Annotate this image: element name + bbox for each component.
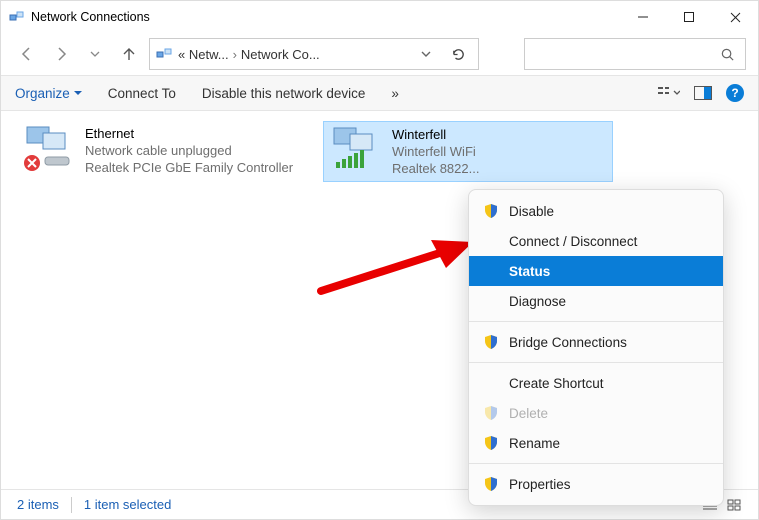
address-bar[interactable]: « Netw... › Network Co... (149, 38, 479, 70)
forward-button[interactable] (47, 40, 75, 68)
address-dropdown[interactable] (412, 40, 440, 68)
ctx-status[interactable]: Status (469, 256, 723, 286)
adapter-name: Ethernet (85, 125, 293, 142)
search-icon (720, 47, 735, 62)
annotation-arrow (316, 236, 476, 296)
ctx-separator (469, 321, 723, 322)
nav-row: « Netw... › Network Co... (1, 33, 758, 75)
ctx-diagnose[interactable]: Diagnose (469, 286, 723, 316)
adapter-ethernet[interactable]: Ethernet Network cable unplugged Realtek… (17, 121, 307, 180)
maximize-button[interactable] (666, 1, 712, 33)
ethernet-icon (21, 125, 75, 171)
adapter-name: Winterfell (392, 126, 479, 143)
breadcrumb-root[interactable]: « Netw... (178, 47, 229, 62)
preview-pane-button[interactable] (694, 86, 712, 100)
minimize-button[interactable] (620, 1, 666, 33)
connect-to-button[interactable]: Connect To (108, 86, 176, 101)
large-icons-view-button[interactable] (726, 497, 742, 513)
adapter-device: Realtek 8822... (392, 160, 479, 177)
adapter-status: Network cable unplugged (85, 142, 293, 159)
status-divider (71, 497, 72, 513)
recent-dropdown[interactable] (81, 40, 109, 68)
wifi-icon (328, 126, 382, 172)
status-selected: 1 item selected (84, 497, 171, 512)
help-icon[interactable]: ? (726, 84, 744, 102)
back-button[interactable] (13, 40, 41, 68)
titlebar: Network Connections (1, 1, 758, 33)
shield-icon (483, 435, 499, 451)
view-options-button[interactable] (658, 85, 680, 101)
ctx-disable[interactable]: Disable (469, 196, 723, 226)
adapter-label: Ethernet Network cable unplugged Realtek… (85, 125, 293, 176)
search-input[interactable] (524, 38, 746, 70)
ctx-separator (469, 362, 723, 363)
command-bar: Organize Connect To Disable this network… (1, 75, 758, 111)
ctx-separator (469, 463, 723, 464)
status-item-count: 2 items (17, 497, 59, 512)
ctx-delete: Delete (469, 398, 723, 428)
shield-icon (483, 405, 499, 421)
window-title: Network Connections (31, 10, 150, 24)
adapter-ssid: Winterfell WiFi (392, 143, 479, 160)
ctx-connect-disconnect[interactable]: Connect / Disconnect (469, 226, 723, 256)
breadcrumb-leaf[interactable]: Network Co... (241, 47, 320, 62)
adapter-device: Realtek PCIe GbE Family Controller (85, 159, 293, 176)
refresh-button[interactable] (444, 40, 472, 68)
ctx-create-shortcut[interactable]: Create Shortcut (469, 368, 723, 398)
disable-device-button[interactable]: Disable this network device (202, 86, 366, 101)
shield-icon (483, 476, 499, 492)
close-button[interactable] (712, 1, 758, 33)
adapter-wifi[interactable]: Winterfell Winterfell WiFi Realtek 8822.… (323, 121, 613, 182)
context-menu: Disable Connect / Disconnect Status Diag… (468, 189, 724, 506)
shield-icon (483, 334, 499, 350)
toolbar-overflow[interactable]: » (391, 86, 399, 101)
adapter-label: Winterfell Winterfell WiFi Realtek 8822.… (392, 126, 479, 177)
app-icon (9, 9, 25, 25)
ctx-rename[interactable]: Rename (469, 428, 723, 458)
up-button[interactable] (115, 40, 143, 68)
organize-menu[interactable]: Organize (15, 86, 82, 101)
location-icon (156, 46, 174, 62)
ctx-properties[interactable]: Properties (469, 469, 723, 499)
shield-icon (483, 203, 499, 219)
breadcrumb-sep: › (233, 47, 237, 62)
ctx-bridge[interactable]: Bridge Connections (469, 327, 723, 357)
